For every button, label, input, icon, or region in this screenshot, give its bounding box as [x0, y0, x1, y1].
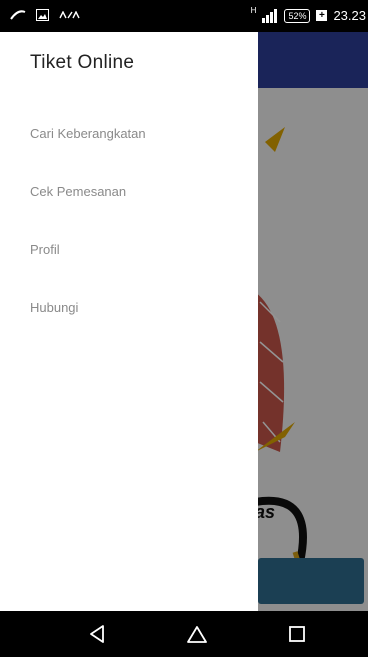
menu-item-profil[interactable]: Profil: [30, 242, 250, 266]
menu-item-cari-keberangkatan[interactable]: Cari Keberangkatan: [30, 126, 250, 150]
menu-item-label: Cari Keberangkatan: [30, 126, 146, 141]
status-bar-left-icons: [10, 9, 81, 21]
image-notification-icon: [36, 9, 49, 21]
back-button[interactable]: [67, 611, 127, 657]
signal-notification-icon: [10, 10, 26, 20]
recents-button[interactable]: [267, 611, 327, 657]
battery-percent: 52%: [284, 8, 311, 23]
cellular-signal-icon: [262, 8, 278, 23]
menu-item-label: Profil: [30, 242, 60, 257]
status-bar: H 52% + 23.23: [0, 0, 368, 32]
asus-logo-icon: [59, 11, 80, 19]
network-type: H: [250, 6, 257, 15]
menu-item-label: Cek Pemesanan: [30, 184, 127, 199]
recents-icon: [289, 626, 305, 642]
navigation-drawer: Tiket Online Cari Keberangkatan Cek Peme…: [0, 32, 258, 611]
menu-item-label: Hubungi: [30, 300, 79, 315]
status-bar-right: H 52% + 23.23: [250, 6, 366, 23]
menu-item-hubungi[interactable]: Hubungi: [30, 300, 250, 324]
back-icon: [90, 625, 104, 643]
clock: 23.23: [333, 8, 366, 23]
home-button[interactable]: [167, 611, 227, 657]
system-nav-bar: [0, 611, 368, 657]
drawer-title: Tiket Online: [30, 52, 135, 73]
charging-icon: +: [316, 10, 328, 21]
menu-item-cek-pemesanan[interactable]: Cek Pemesanan: [30, 184, 250, 208]
home-icon: [187, 626, 207, 643]
